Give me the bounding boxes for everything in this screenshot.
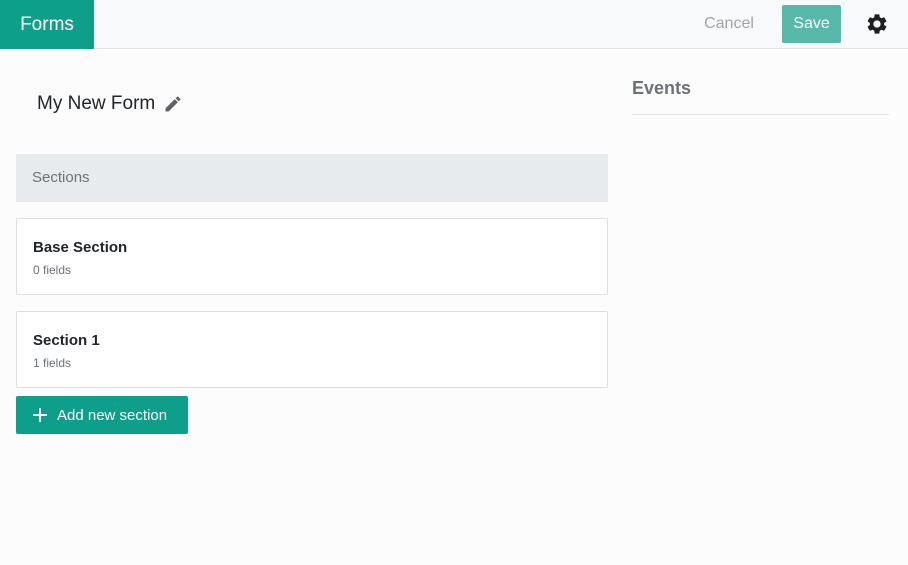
section-card-base[interactable]: Base Section 0 fields — [16, 218, 608, 295]
form-title-text[interactable]: My New Form — [37, 93, 155, 115]
section-field-count: 0 fields — [33, 263, 72, 277]
plus-icon — [33, 408, 47, 422]
section-card-section-1[interactable]: Section 1 1 fields — [16, 311, 608, 388]
sections-header: Sections — [16, 154, 608, 202]
gear-icon[interactable] — [865, 12, 889, 36]
events-divider — [632, 114, 889, 115]
form-title: My New Form — [37, 90, 183, 118]
section-name: Base Section — [33, 239, 128, 256]
top-bar: Forms Cancel Save — [0, 0, 908, 49]
save-button[interactable]: Save — [782, 5, 841, 43]
cancel-button[interactable]: Cancel — [697, 5, 761, 43]
add-new-section-button[interactable]: Add new section — [16, 396, 188, 434]
pencil-icon[interactable] — [163, 94, 183, 114]
brand-tab[interactable]: Forms — [0, 0, 94, 49]
section-name: Section 1 — [33, 332, 100, 349]
add-new-section-label: Add new section — [57, 406, 168, 424]
section-field-count: 1 fields — [33, 356, 72, 370]
events-title: Events — [632, 78, 692, 98]
